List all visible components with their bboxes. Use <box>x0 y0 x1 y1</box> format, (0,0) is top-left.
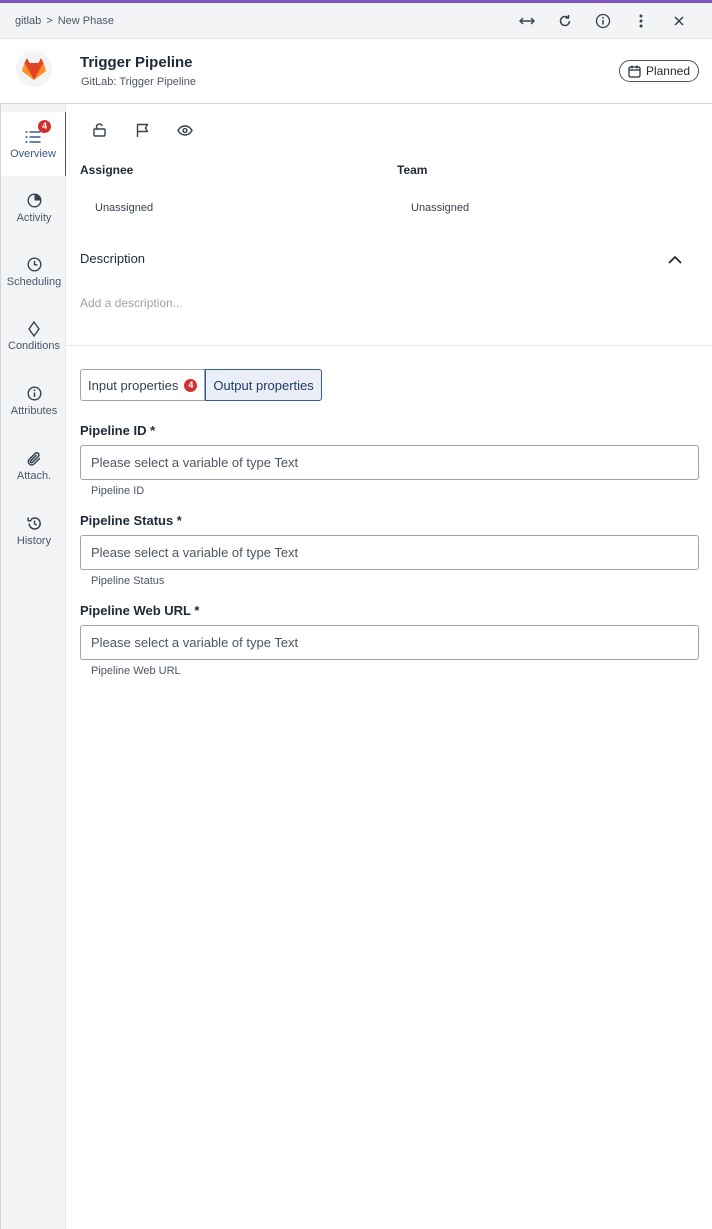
breadcrumb-item-folder[interactable]: gitlab <box>15 15 41 27</box>
clock-icon <box>26 257 42 272</box>
sidebar-item-conditions[interactable]: Conditions <box>1 304 67 368</box>
tab-label: Output properties <box>213 377 314 393</box>
gitlab-logo <box>16 51 52 87</box>
sidebar-item-label: Conditions <box>8 339 60 352</box>
team-field[interactable]: Unassigned <box>411 202 469 214</box>
overview-panel: Assignee Unassigned Team Unassigned Desc… <box>66 104 712 1229</box>
sidebar-item-label: Attach. <box>16 469 52 482</box>
info-button[interactable] <box>584 7 622 35</box>
pipeline-status-variable-input[interactable] <box>80 535 699 570</box>
section-divider <box>66 345 712 346</box>
pipeline-status-help: Pipeline Status <box>91 575 165 587</box>
team-label: Team <box>397 163 428 177</box>
breadcrumb: gitlab > New Phase <box>15 15 114 27</box>
attachments-icon-wrapper <box>26 451 42 467</box>
pipeline-status-label: Pipeline Status * <box>80 513 182 528</box>
pipeline-web-url-label: Pipeline Web URL * <box>80 603 200 618</box>
conditions-icon-wrapper <box>26 320 42 337</box>
refresh-button[interactable] <box>546 7 584 35</box>
lock-toggle[interactable] <box>88 119 110 141</box>
pipeline-id-label: Pipeline ID * <box>80 423 156 438</box>
refresh-icon <box>559 15 571 27</box>
sidebar-item-activity[interactable]: Activity <box>1 176 67 240</box>
attributes-icon-wrapper <box>26 386 42 402</box>
sidebar-item-label: History <box>16 534 52 547</box>
watch-toggle[interactable] <box>174 119 196 141</box>
sidebar-item-label: Overview <box>10 147 56 160</box>
sidebar-item-label: Attributes <box>10 404 58 417</box>
eye-icon <box>177 124 193 136</box>
input-properties-count-badge: 4 <box>184 378 198 392</box>
scheduling-icon-wrapper <box>26 257 42 273</box>
history-icon-wrapper <box>26 516 42 532</box>
paperclip-icon <box>27 451 40 466</box>
info-icon <box>26 386 42 401</box>
window-actions <box>508 3 698 39</box>
chevron-up-icon <box>668 255 682 264</box>
tab-label: Input properties <box>88 377 179 393</box>
kebab-menu-icon <box>639 14 643 28</box>
activity-icon-wrapper <box>26 193 42 209</box>
overview-icon-wrapper: 4 <box>25 119 51 145</box>
tab-output-properties[interactable]: Output properties <box>205 369 322 401</box>
diamond-icon <box>28 320 40 337</box>
pipeline-id-variable-input[interactable] <box>80 445 699 480</box>
close-button[interactable] <box>660 7 698 35</box>
description-title: Description <box>80 251 146 266</box>
list-icon <box>25 130 41 143</box>
side-navigation: 4 Overview Activity Scheduling Condition… <box>0 104 67 1229</box>
gitlab-fox-icon <box>22 58 46 80</box>
history-icon <box>26 517 41 530</box>
sidebar-item-attributes[interactable]: Attributes <box>1 369 67 433</box>
pie-chart-icon <box>26 193 42 208</box>
pipeline-web-url-variable-input[interactable] <box>80 625 699 660</box>
assignee-label: Assignee <box>80 163 134 177</box>
assignee-field[interactable]: Unassigned <box>95 202 153 214</box>
info-icon <box>595 13 611 29</box>
task-flags-toolbar <box>88 119 196 141</box>
status-label: Planned <box>645 64 690 78</box>
task-type: GitLab: Trigger Pipeline <box>81 76 196 88</box>
pipeline-web-url-help: Pipeline Web URL <box>91 665 181 677</box>
sidebar-item-scheduling[interactable]: Scheduling <box>1 240 67 304</box>
collapse-description-button[interactable] <box>664 250 686 268</box>
close-icon <box>674 16 684 26</box>
sidebar-item-label: Scheduling <box>6 275 62 288</box>
sidebar-item-history[interactable]: History <box>1 499 67 563</box>
overview-count-badge: 4 <box>38 119 51 133</box>
flag-icon <box>136 123 148 137</box>
unlock-icon <box>92 123 106 137</box>
breadcrumb-separator: > <box>46 14 53 27</box>
more-options-button[interactable] <box>622 7 660 35</box>
sidebar-item-overview[interactable]: 4 Overview <box>1 112 67 176</box>
status-badge[interactable]: Planned <box>618 60 699 82</box>
expand-width-button[interactable] <box>508 7 546 35</box>
horizontal-arrows-icon <box>519 17 535 25</box>
properties-tabs: Input properties 4 Output properties <box>80 369 322 401</box>
sidebar-item-attachments[interactable]: Attach. <box>1 434 67 498</box>
breadcrumb-item-phase[interactable]: New Phase <box>58 15 114 27</box>
task-header: Trigger Pipeline GitLab: Trigger Pipelin… <box>0 39 712 104</box>
task-title[interactable]: Trigger Pipeline <box>80 54 193 71</box>
flag-toggle[interactable] <box>131 119 153 141</box>
description-input[interactable]: Add a description... <box>80 296 183 310</box>
tab-input-properties[interactable]: Input properties 4 <box>80 369 206 401</box>
sidebar-item-label: Activity <box>16 211 52 224</box>
title-bar: gitlab > New Phase <box>0 3 712 39</box>
calendar-icon <box>628 65 641 78</box>
pipeline-id-help: Pipeline ID <box>91 485 145 497</box>
